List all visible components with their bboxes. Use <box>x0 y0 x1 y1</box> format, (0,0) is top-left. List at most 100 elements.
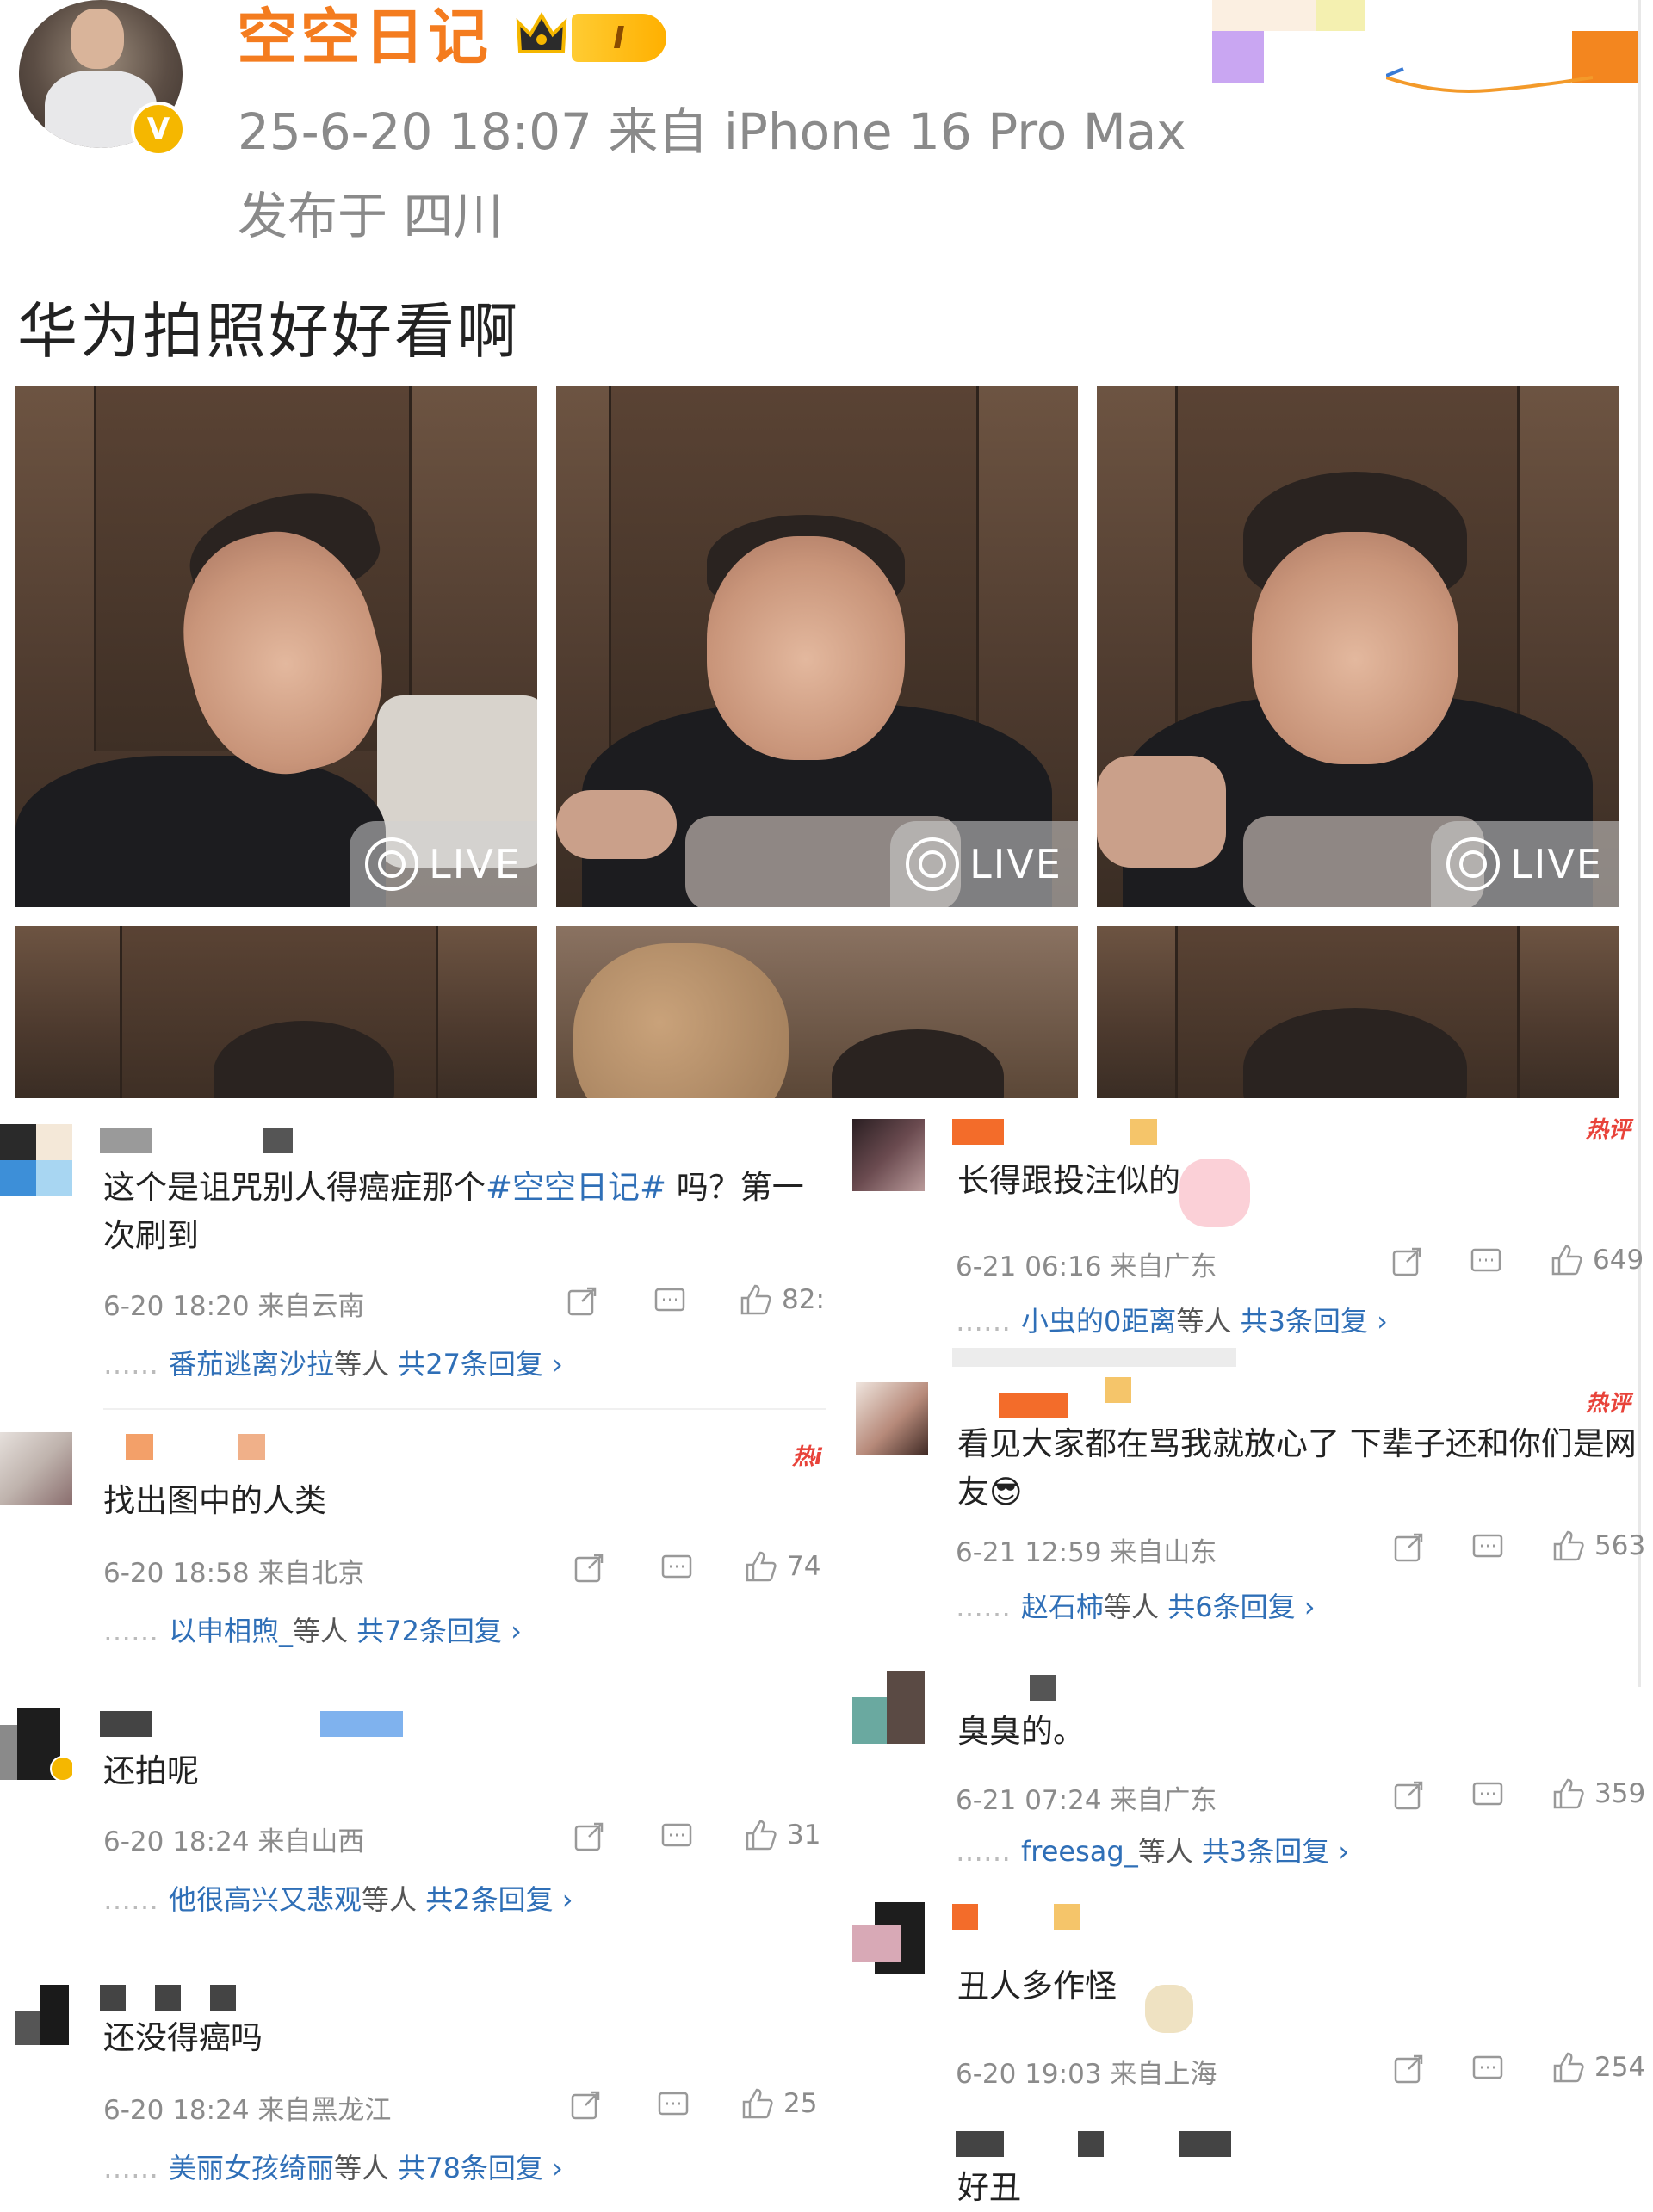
comment-text: 看见大家都在骂我就放心了 下辈子还和你们是网友😎 <box>957 1425 1637 1511</box>
comment-meta: 6-21 07:24 来自广东 <box>956 1785 1217 1816</box>
commenter-name-redacted[interactable] <box>100 1711 152 1737</box>
live-icon <box>365 837 419 891</box>
commenter-name-redacted[interactable] <box>952 1904 978 1930</box>
share-icon[interactable] <box>573 1821 604 1852</box>
reply-summary[interactable]: …… freesag_等人 共3条回复 › <box>956 1830 1349 1869</box>
share-icon[interactable] <box>573 1553 604 1584</box>
like-button[interactable]: 82: <box>739 1282 825 1317</box>
post-photo[interactable] <box>556 926 1078 1098</box>
like-button[interactable]: 649 <box>1550 1243 1644 1277</box>
commenter-avatar[interactable] <box>0 1432 72 1505</box>
like-button[interactable]: 254 <box>1551 2050 1645 2085</box>
hashtag-link[interactable]: #空空日记# <box>486 1169 666 1206</box>
comment-icon[interactable] <box>1472 2054 1503 2085</box>
share-icon[interactable] <box>1393 1532 1424 1563</box>
commenter-avatar[interactable] <box>0 1708 72 1780</box>
reply-user-link[interactable]: 美丽女孩绮丽 <box>169 2152 334 2184</box>
post-location: 发布于 四川 <box>238 187 504 245</box>
thumbs-up-icon <box>1553 1778 1584 1809</box>
comment-icon[interactable] <box>1472 1780 1503 1811</box>
commenter-name-redacted[interactable] <box>1030 1675 1056 1701</box>
commenter-name-redacted[interactable] <box>952 1119 1004 1145</box>
comment-icon[interactable] <box>1472 1532 1503 1563</box>
post-photo[interactable]: LIVE <box>1097 386 1619 907</box>
sticker-image <box>1179 1159 1250 1227</box>
like-button[interactable]: 359 <box>1551 1776 1645 1811</box>
comment-meta: 6-20 18:24 来自山西 <box>103 1826 365 1857</box>
thumbs-up-icon <box>742 2088 773 2119</box>
comment-icon[interactable] <box>658 2090 689 2121</box>
post-photo[interactable] <box>1097 926 1619 1098</box>
comment-meta: 6-20 18:24 来自黑龙江 <box>103 2095 392 2126</box>
like-button[interactable]: 563 <box>1551 1529 1645 1563</box>
commenter-avatar[interactable] <box>852 1902 925 1974</box>
comment-text: 好丑 <box>957 2169 1021 2206</box>
decoration-curve <box>1386 67 1593 93</box>
commenter-name-redacted[interactable] <box>100 1128 152 1153</box>
commenter-name-redacted <box>238 1434 265 1460</box>
commenter-name-redacted <box>320 1711 403 1737</box>
reply-user-link[interactable]: 赵石柿 <box>1021 1591 1104 1623</box>
post-photo[interactable]: LIVE <box>556 386 1078 907</box>
live-label: LIVE <box>969 841 1062 887</box>
thumbs-up-icon <box>1553 1530 1584 1561</box>
commenter-name-redacted[interactable] <box>999 1393 1068 1418</box>
reply-user-link[interactable]: 以申相煦_ <box>169 1615 293 1647</box>
live-photo-tag: LIVE <box>350 821 537 907</box>
comment-meta: 6-21 12:59 来自山东 <box>956 1537 1217 1568</box>
thumbs-up-icon <box>740 1284 771 1315</box>
commenter-name-redacted <box>210 1985 236 2011</box>
commenter-name-redacted[interactable] <box>956 2131 1004 2157</box>
commenter-avatar[interactable] <box>852 1671 925 1744</box>
comment-icon[interactable] <box>1470 1246 1501 1277</box>
share-icon[interactable] <box>570 2090 601 2121</box>
commenter-avatar[interactable] <box>0 1985 72 2057</box>
live-label: LIVE <box>1510 841 1603 887</box>
member-level-badge[interactable]: I <box>572 14 666 62</box>
reply-summary[interactable]: …… 番茄逃离沙拉等人 共27条回复 › <box>103 1343 563 1382</box>
reply-user-link[interactable]: 番茄逃离沙拉 <box>169 1348 334 1381</box>
sticker-image <box>1145 1985 1193 2033</box>
reply-user-link[interactable]: 他很高兴又悲观 <box>169 1883 362 1916</box>
reply-summary[interactable]: …… 他很高兴又悲观等人 共2条回复 › <box>103 1878 573 1918</box>
share-icon[interactable] <box>1393 2054 1424 2085</box>
like-button[interactable]: 31 <box>744 1818 820 1852</box>
comment-icon[interactable] <box>661 1553 692 1584</box>
post-photo[interactable]: LIVE <box>15 386 537 907</box>
commenter-name-redacted <box>1105 1377 1131 1403</box>
thumbs-up-icon <box>746 1820 777 1851</box>
commenter-name-redacted[interactable] <box>126 1434 153 1460</box>
reply-summary[interactable]: …… 以申相煦_等人 共72条回复 › <box>103 1610 522 1649</box>
comment-meta: 6-21 06:16 来自广东 <box>956 1251 1217 1282</box>
commenter-name-redacted <box>155 1985 181 2011</box>
decoration-block <box>1316 0 1365 31</box>
comment-text: 还没得癌吗 <box>103 2019 263 2056</box>
comment-icon[interactable] <box>654 1286 685 1317</box>
divider <box>952 1348 1236 1367</box>
scrollbar[interactable] <box>1638 0 1641 1687</box>
like-button[interactable]: 74 <box>744 1549 820 1584</box>
comment-meta: 6-20 18:20 来自云南 <box>103 1291 365 1322</box>
reply-user-link[interactable]: 小虫的0距离 <box>1021 1305 1176 1338</box>
share-icon[interactable] <box>1391 1246 1422 1277</box>
commenter-avatar[interactable] <box>852 1119 925 1191</box>
author-username[interactable]: 空空日记 <box>237 2 492 72</box>
commenter-avatar[interactable] <box>0 1124 72 1196</box>
commenter-name-redacted[interactable] <box>100 1985 126 2011</box>
reply-summary[interactable]: …… 美丽女孩绮丽等人 共78条回复 › <box>103 2147 563 2186</box>
reply-summary[interactable]: …… 赵石柿等人 共6条回复 › <box>956 1585 1316 1625</box>
commenter-avatar[interactable] <box>856 1382 928 1455</box>
commenter-name-redacted <box>1078 2131 1104 2157</box>
comment-icon[interactable] <box>661 1821 692 1852</box>
reply-summary[interactable]: …… 小虫的0距离等人 共3条回复 › <box>956 1300 1388 1339</box>
commenter-name-redacted <box>1054 1904 1080 1930</box>
post-photo[interactable] <box>15 926 537 1098</box>
comment-text: 找出图中的人类 <box>103 1482 326 1519</box>
live-icon <box>906 837 960 891</box>
share-icon[interactable] <box>566 1286 597 1317</box>
share-icon[interactable] <box>1393 1780 1424 1811</box>
hot-comment-badge: 热评 <box>1586 1117 1631 1143</box>
like-button[interactable]: 25 <box>740 2086 817 2121</box>
reply-user-link[interactable]: freesag_ <box>1021 1835 1138 1868</box>
hot-comment-badge: 热i <box>792 1444 822 1470</box>
